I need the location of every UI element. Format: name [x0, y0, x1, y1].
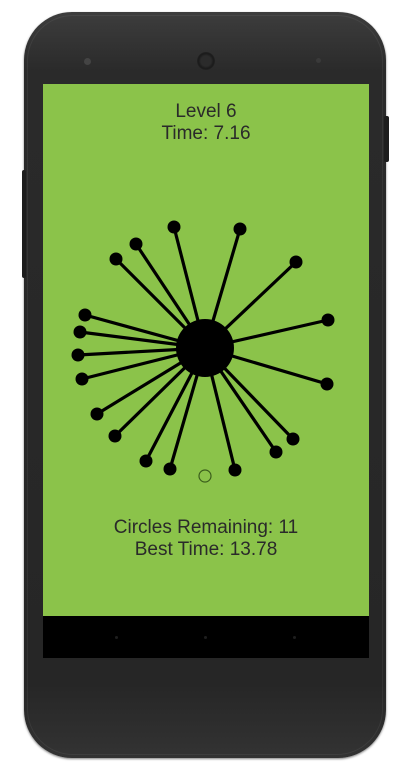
- pin-ball: [71, 348, 85, 362]
- pin-ball: [129, 237, 143, 251]
- pin-ball: [139, 454, 153, 468]
- pending-circle: [198, 469, 212, 483]
- pin-ball: [269, 445, 283, 459]
- pin-ball: [320, 377, 334, 391]
- pin-ball: [321, 313, 335, 327]
- pin-ball: [286, 432, 300, 446]
- hud-bottom: Circles Remaining: 11 Best Time: 13.78: [43, 517, 369, 561]
- pin-ball: [289, 255, 303, 269]
- circles-remaining-label: Circles Remaining: 11: [113, 517, 299, 538]
- recents-button[interactable]: [293, 636, 296, 639]
- navigation-bar: [43, 616, 369, 658]
- pin-ball: [73, 325, 87, 339]
- home-button[interactable]: [204, 636, 207, 639]
- best-time-label: Best Time: 13.78: [134, 539, 278, 560]
- pin-ball: [108, 429, 122, 443]
- pin-ball: [109, 252, 123, 266]
- back-button[interactable]: [115, 636, 118, 639]
- pin-ball: [167, 220, 181, 234]
- pin-ball: [233, 222, 247, 236]
- pin-ball: [78, 308, 92, 322]
- pin-ball: [228, 463, 242, 477]
- center-hub: [176, 319, 234, 377]
- pin-ball: [90, 407, 104, 421]
- pin-ball: [163, 462, 177, 476]
- pin-ball: [75, 372, 89, 386]
